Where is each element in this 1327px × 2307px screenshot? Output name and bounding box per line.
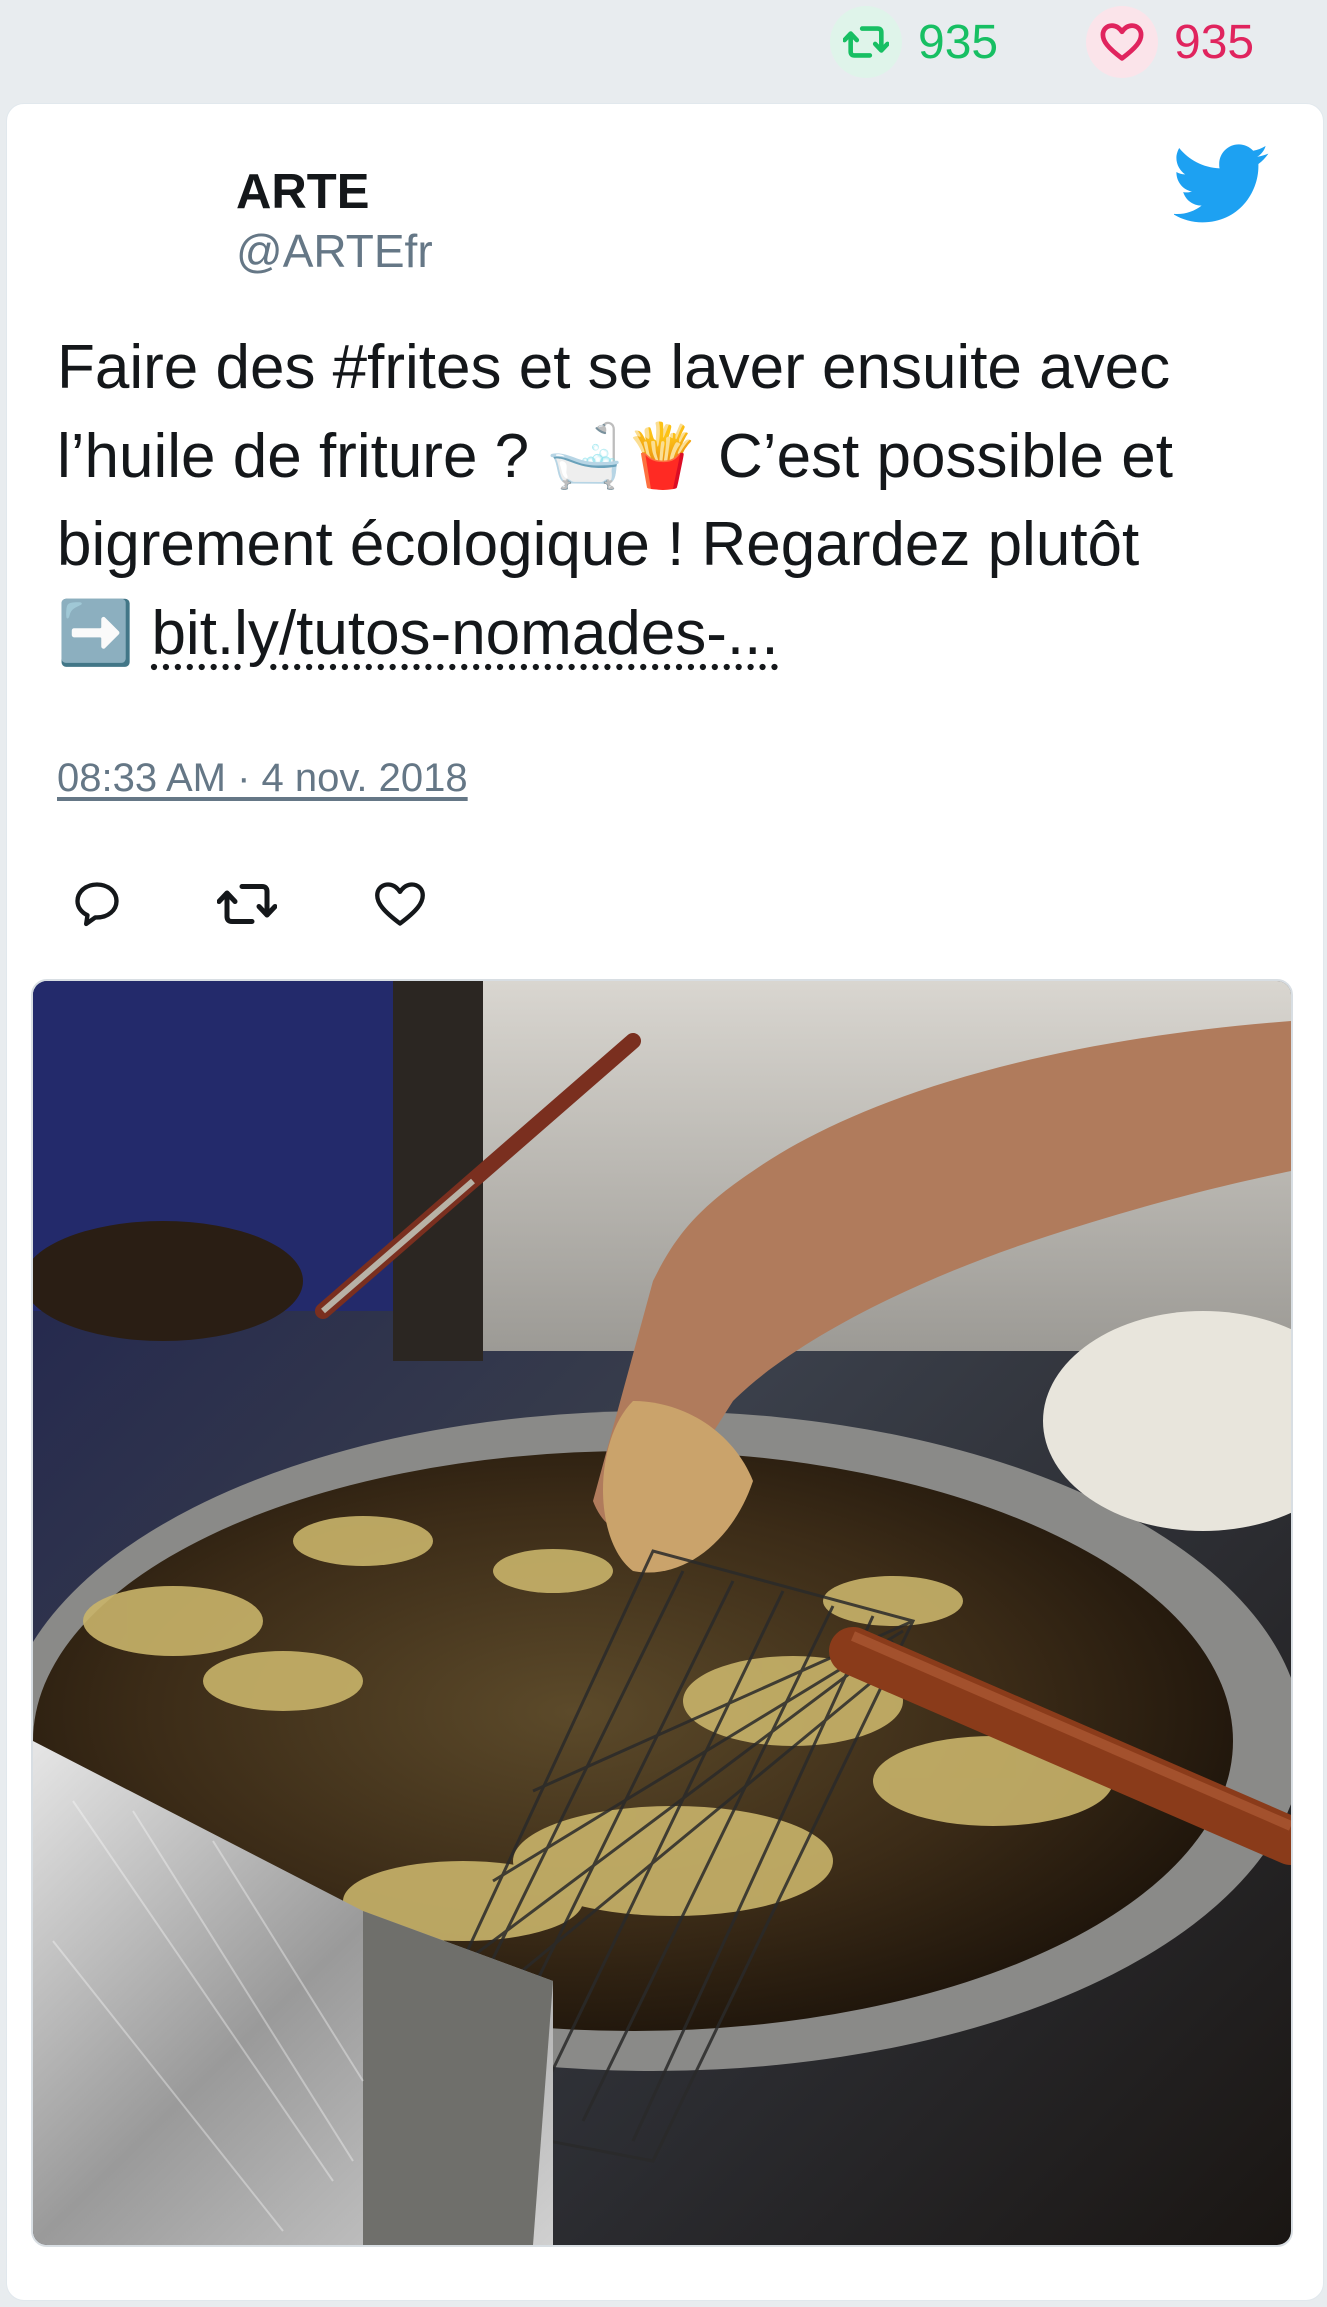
tweet-card[interactable]: ARTE @ARTEfr Faire des #frites et se lav…	[6, 103, 1324, 2301]
reply-button[interactable]	[57, 864, 137, 944]
author-name[interactable]: ARTE	[236, 164, 369, 220]
retweet-icon	[217, 884, 277, 924]
tweet-link[interactable]: bit.ly/tutos-nomades-...	[151, 599, 778, 668]
like-button[interactable]	[360, 864, 440, 944]
arrow-emoji: ➡️	[57, 596, 135, 669]
tweet-media-photo[interactable]	[31, 979, 1293, 2247]
bath-fries-emoji: 🛁🍟	[546, 419, 701, 492]
tweet-text: Faire des #frites et se laver ensuite av…	[57, 324, 1277, 678]
tweet-text-line: ➡️ bit.ly/tutos-nomades-...	[57, 589, 1277, 678]
retweet-icon	[830, 6, 902, 78]
twitter-bird-icon[interactable]	[1172, 144, 1270, 224]
heart-icon	[1086, 6, 1158, 78]
top-stats-bar: 935 935	[0, 0, 1327, 90]
tweet-timestamp[interactable]: 08:33 AM · 4 nov. 2018	[57, 756, 468, 801]
like-count: 935	[1174, 15, 1255, 69]
like-stat[interactable]: 935	[1086, 6, 1254, 78]
retweet-stat[interactable]: 935	[830, 6, 998, 78]
retweet-button[interactable]	[207, 864, 287, 944]
tweet-text-line: Faire des #frites et se laver ensuite av…	[57, 333, 1171, 402]
tweet-text-line: l’huile de friture ? 🛁🍟 C’est possible e…	[57, 419, 1173, 492]
author-handle[interactable]: @ARTEfr	[236, 224, 433, 278]
tweet-text-line: bigrement écologique ! Regardez plutôt	[57, 510, 1140, 579]
reply-icon	[75, 882, 119, 927]
retweet-count: 935	[918, 15, 999, 69]
frying-photo	[33, 981, 1291, 2245]
heart-icon	[375, 882, 425, 926]
